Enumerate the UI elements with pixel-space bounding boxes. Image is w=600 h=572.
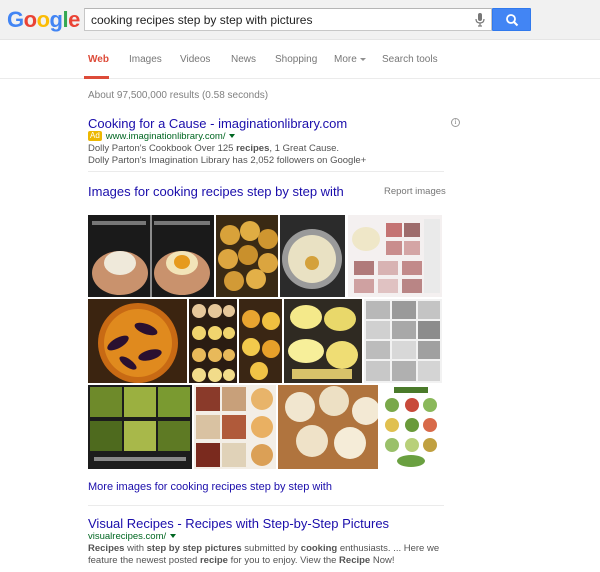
- snippet-bold: recipe: [199, 555, 228, 566]
- ad-snippet-line2: Dolly Parton's Imagination Library has 2…: [88, 155, 367, 166]
- image-thumbnail[interactable]: [239, 299, 282, 383]
- tab-web[interactable]: Web: [88, 54, 109, 65]
- tab-videos[interactable]: Videos: [180, 54, 210, 65]
- top-bar: Google: [0, 0, 600, 40]
- result-snippet-line1: Recipes with step by step pictures submi…: [88, 543, 439, 554]
- caret-down-icon[interactable]: [229, 134, 236, 139]
- logo-letter: o: [23, 7, 37, 32]
- search-tabs: Web Images Videos News Shopping More Sea…: [0, 41, 600, 79]
- ad-title-link[interactable]: Cooking for a Cause - imaginationlibrary…: [88, 116, 347, 131]
- result-url-line: visualrecipes.com/: [88, 531, 177, 542]
- image-thumbnail[interactable]: [189, 299, 237, 383]
- result-snippet-line2: feature the newest posted recipe for you…: [88, 555, 395, 566]
- result-url[interactable]: visualrecipes.com/: [88, 531, 166, 542]
- google-logo[interactable]: Google: [7, 7, 80, 33]
- image-thumbnail[interactable]: [348, 215, 442, 297]
- search-icon: [506, 14, 519, 27]
- snippet-text: for you to enjoy. View the: [227, 555, 340, 566]
- image-thumbnail[interactable]: [88, 299, 187, 383]
- recipe-steps-collage-image: [348, 215, 442, 297]
- snippet-bold: step by step pictures: [146, 543, 242, 554]
- logo-letter: G: [7, 7, 24, 32]
- tab-news[interactable]: News: [231, 54, 256, 65]
- image-thumbnail[interactable]: [88, 215, 214, 297]
- divider: [88, 171, 444, 172]
- microphone-icon[interactable]: [473, 12, 487, 28]
- tab-images[interactable]: Images: [129, 54, 162, 65]
- image-thumbnail[interactable]: [278, 385, 378, 469]
- snippet-text: enthusiasts. ... Here we: [337, 543, 440, 554]
- tab-more-label: More: [334, 54, 357, 65]
- snippet-bold: Recipe: [339, 555, 371, 566]
- divider: [88, 505, 444, 506]
- image-thumbnail[interactable]: [88, 385, 192, 469]
- tab-more[interactable]: More: [334, 54, 366, 65]
- ad-snippet-line1: Dolly Parton's Cookbook Over 125 recipes…: [88, 143, 339, 154]
- snippet-text: feature the newest posted: [88, 555, 200, 566]
- ad-snippet-text: , 1 Great Cause.: [269, 143, 340, 154]
- ad-snippet-text: Dolly Parton's Cookbook Over 125: [88, 143, 237, 154]
- snippet-bold: Recipes: [88, 543, 125, 554]
- dough-steps-image: [88, 215, 214, 297]
- logo-letter: e: [68, 7, 80, 32]
- egg-tart-image: [239, 299, 282, 383]
- images-block-title[interactable]: Images for cooking recipes step by step …: [88, 184, 344, 199]
- search-button[interactable]: [492, 8, 531, 31]
- image-thumbnail[interactable]: [284, 299, 362, 383]
- ad-badge: Ad: [88, 131, 102, 141]
- snippet-text: Now!: [370, 555, 395, 566]
- image-thumbnail[interactable]: [216, 215, 278, 297]
- tab-shopping[interactable]: Shopping: [275, 54, 317, 65]
- snippet-text: with: [124, 543, 147, 554]
- salad-instructions-image: [380, 385, 442, 469]
- ad-url-line: Ad www.imaginationlibrary.com/: [88, 131, 236, 142]
- chevron-down-icon: [359, 57, 366, 61]
- image-thumbnail[interactable]: [194, 385, 276, 469]
- active-tab-indicator: [84, 76, 109, 79]
- dumpling-steps-grid-image: [364, 299, 442, 383]
- tart-tray-image: [189, 299, 237, 383]
- tab-search-tools[interactable]: Search tools: [382, 54, 438, 65]
- image-thumbnail[interactable]: [380, 385, 442, 469]
- fried-balls-image: [216, 215, 278, 297]
- snippet-bold: cooking: [300, 543, 338, 554]
- more-images-link[interactable]: More images for cooking recipes step by …: [88, 481, 332, 493]
- image-thumbnail[interactable]: [364, 299, 442, 383]
- caret-down-icon[interactable]: [170, 534, 177, 539]
- ad-url[interactable]: www.imaginationlibrary.com/: [106, 131, 226, 142]
- logo-letter: g: [49, 7, 63, 32]
- vegetable-cake-steps-image: [88, 385, 192, 469]
- steamed-dumplings-image: [278, 385, 378, 469]
- image-thumbnail[interactable]: [280, 215, 345, 297]
- result-title-link[interactable]: Visual Recipes - Recipes with Step-by-St…: [88, 516, 389, 531]
- ad-snippet-bold: recipes: [236, 143, 270, 154]
- eggplant-curry-image: [88, 299, 187, 383]
- result-stats: About 97,500,000 results (0.58 seconds): [88, 90, 269, 101]
- report-images-link[interactable]: Report images: [384, 186, 446, 197]
- info-icon[interactable]: i: [451, 118, 460, 127]
- baked-buns-collage-image: [194, 385, 276, 469]
- snippet-text: submitted by: [241, 543, 301, 554]
- search-input[interactable]: [85, 9, 445, 30]
- search-box[interactable]: [84, 8, 492, 31]
- logo-letter: o: [36, 7, 50, 32]
- cooking-pot-image: [280, 215, 345, 297]
- pastry-dough-image: [284, 299, 362, 383]
